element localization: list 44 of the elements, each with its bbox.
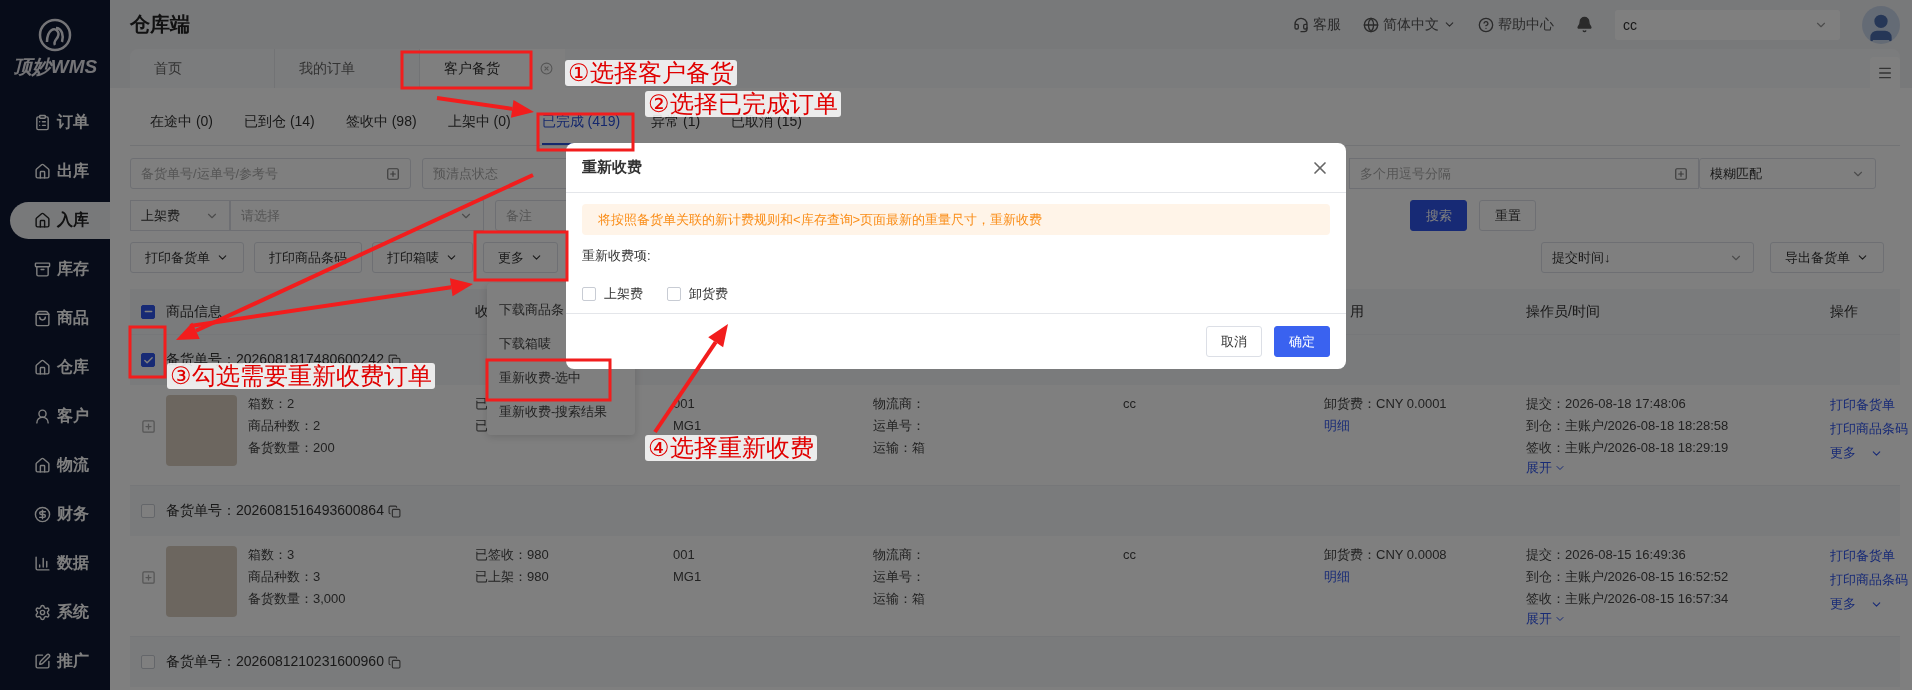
column-header: 收 <box>475 302 489 321</box>
time-text: 提交：2026-08-15 16:49:36 <box>1526 546 1686 564</box>
logistics-text: 物流商： <box>873 546 925 564</box>
customer-text: cc <box>1123 395 1136 413</box>
code-text: 001 <box>673 546 695 564</box>
received-text: 已签收：980 <box>475 546 549 564</box>
logistics-text: 运单号： <box>873 568 925 586</box>
column-header: 操作 <box>1830 302 1858 321</box>
notice-banner: 将按照备货单关联的新计费规则和<库存查询>页面最新的重量尺寸，重新收费 <box>582 204 1330 235</box>
count-text: 备货数量：3,000 <box>248 590 346 608</box>
logistics-text: 运输：箱 <box>873 439 925 457</box>
received-text: 已上架：980 <box>475 568 549 586</box>
received-text: 已 <box>475 417 488 435</box>
column-header: 用 <box>1350 302 1364 321</box>
logistics-text: 运输：箱 <box>873 590 925 608</box>
logo-text: 顶妙WMS <box>12 55 98 79</box>
time-text: 到仓：主账户/2026-08-15 16:52:52 <box>1526 568 1729 586</box>
time-text: 签收：主账户/2026-08-18 18:29:19 <box>1526 439 1729 457</box>
column-header: 操作员/时间 <box>1526 302 1600 321</box>
received-text: 已 <box>475 395 488 413</box>
order-number: 备货单号：2026081210231600960 <box>166 653 384 671</box>
order-number: 备货单号：2026081516493600864 <box>166 502 384 520</box>
code-text: MG1 <box>673 417 702 435</box>
logistics-text: 运单号： <box>873 417 925 435</box>
count-text: 商品种数：3 <box>248 568 321 586</box>
dialog-title: 重新收费 <box>582 158 642 177</box>
page-title: 仓库端 <box>130 12 190 37</box>
code-text: MG1 <box>673 568 702 586</box>
time-text: 提交：2026-08-18 17:48:06 <box>1526 395 1686 413</box>
column-header: 商品信息 <box>166 302 222 321</box>
count-text: 备货数量：200 <box>248 439 335 457</box>
fee-text: 卸货费：CNY 0.0001 <box>1324 395 1447 413</box>
logistics-text: 物流商： <box>873 395 925 413</box>
customer-text: cc <box>1123 546 1136 564</box>
annotation-text: ②选择已完成订单 <box>645 91 841 117</box>
time-text: 签收：主账户/2026-08-15 16:57:34 <box>1526 590 1729 608</box>
time-text: 到仓：主账户/2026-08-18 18:28:58 <box>1526 417 1729 435</box>
count-text: 商品种数：2 <box>248 417 321 435</box>
fee-text: 卸货费：CNY 0.0008 <box>1324 546 1447 564</box>
annotation-text: ①选择客户备货 <box>565 60 737 86</box>
annotation-text: ④选择重新收费 <box>645 435 817 461</box>
count-text: 箱数：3 <box>248 546 295 564</box>
count-text: 箱数：2 <box>248 395 295 413</box>
options-label: 重新收费项: <box>582 247 652 265</box>
